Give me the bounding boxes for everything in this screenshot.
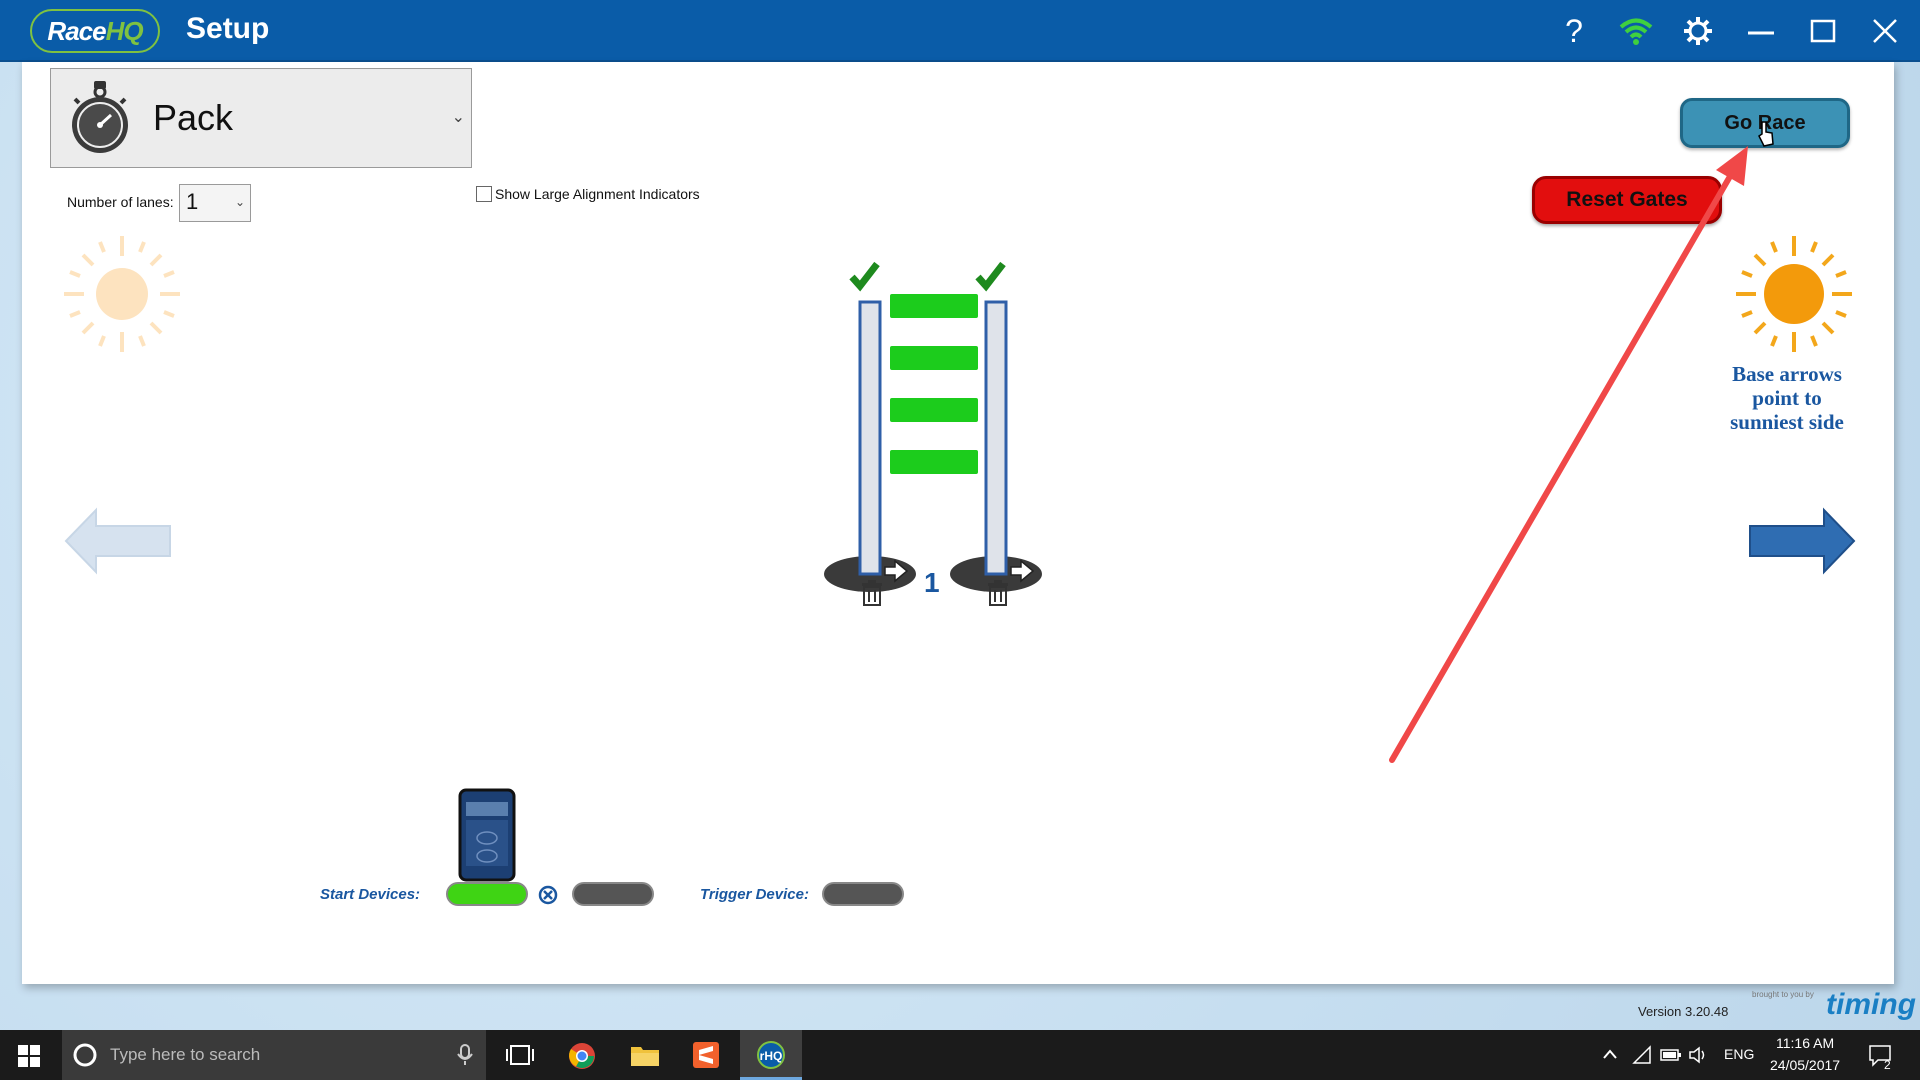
clock-time[interactable]: 11:16 AM — [1776, 1035, 1834, 1051]
sublime-icon[interactable] — [692, 1041, 720, 1069]
racehq-taskbar-button[interactable]: rHQ — [740, 1030, 802, 1080]
windows-start-icon[interactable] — [18, 1045, 40, 1067]
notification-count: 2 — [1884, 1058, 1891, 1072]
network-icon[interactable] — [1632, 1045, 1652, 1065]
battery-icon[interactable] — [1660, 1047, 1682, 1063]
taskbar: Type here to search rHQ ENG 11:16 AM 24/… — [0, 1030, 1920, 1080]
annotation-arrow — [1389, 146, 1748, 763]
search-placeholder: Type here to search — [110, 1045, 261, 1064]
racehq-icon: rHQ — [757, 1041, 785, 1069]
brand-tagline: brought to you by — [1752, 990, 1814, 999]
task-view-icon[interactable] — [506, 1044, 534, 1066]
chevron-up-icon[interactable] — [1602, 1048, 1618, 1060]
hand-cursor-icon — [1758, 121, 1774, 147]
timing-logo: timing — [1826, 988, 1916, 1021]
svg-text:rHQ: rHQ — [760, 1049, 783, 1063]
language-indicator[interactable]: ENG — [1724, 1046, 1754, 1062]
version-label: Version 3.20.48 — [1638, 1004, 1729, 1019]
volume-icon[interactable] — [1688, 1045, 1710, 1065]
clock-date[interactable]: 24/05/2017 — [1770, 1057, 1840, 1073]
cortana-icon — [73, 1043, 97, 1067]
taskbar-search[interactable]: Type here to search — [62, 1030, 486, 1080]
microphone-icon[interactable] — [457, 1044, 473, 1066]
file-explorer-icon[interactable] — [630, 1043, 660, 1067]
chrome-icon[interactable] — [568, 1042, 596, 1070]
